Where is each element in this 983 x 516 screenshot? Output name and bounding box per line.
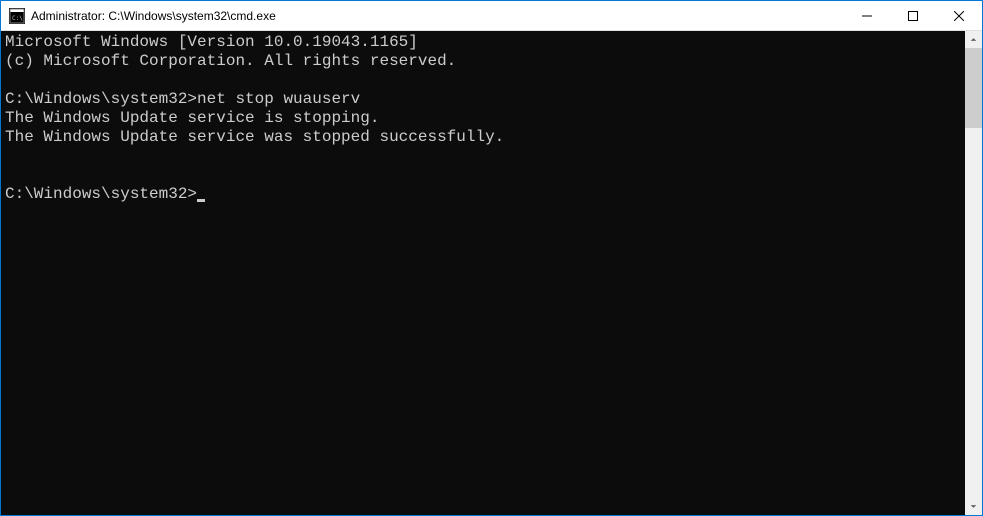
prompt-text: C:\Windows\system32>: [5, 185, 197, 203]
cmd-window: C:\ Administrator: C:\Windows\system32\c…: [1, 1, 982, 515]
scrollbar-track[interactable]: [965, 48, 982, 498]
scroll-up-button[interactable]: [965, 31, 982, 48]
scrollbar-thumb[interactable]: [965, 48, 982, 128]
terminal-line: (c) Microsoft Corporation. All rights re…: [5, 52, 965, 71]
cmd-icon: C:\: [9, 8, 25, 24]
terminal-prompt-line[interactable]: C:\Windows\system32>: [5, 185, 965, 204]
chevron-up-icon: [970, 36, 977, 43]
terminal-line: The Windows Update service was stopped s…: [5, 128, 965, 147]
minimize-button[interactable]: [844, 1, 890, 30]
maximize-button[interactable]: [890, 1, 936, 30]
close-button[interactable]: [936, 1, 982, 30]
terminal-line: Microsoft Windows [Version 10.0.19043.11…: [5, 33, 965, 52]
terminal-line: [5, 147, 965, 166]
terminal-cursor: [197, 199, 205, 202]
terminal-line: [5, 71, 965, 90]
client-area: Microsoft Windows [Version 10.0.19043.11…: [1, 31, 982, 515]
scroll-down-button[interactable]: [965, 498, 982, 515]
terminal-line: C:\Windows\system32>net stop wuauserv: [5, 90, 965, 109]
titlebar[interactable]: C:\ Administrator: C:\Windows\system32\c…: [1, 1, 982, 31]
minimize-icon: [862, 11, 872, 21]
window-title: Administrator: C:\Windows\system32\cmd.e…: [31, 9, 844, 23]
terminal-output[interactable]: Microsoft Windows [Version 10.0.19043.11…: [1, 31, 965, 515]
window-controls: [844, 1, 982, 30]
close-icon: [954, 11, 964, 21]
terminal-line: The Windows Update service is stopping.: [5, 109, 965, 128]
terminal-line: [5, 166, 965, 185]
vertical-scrollbar[interactable]: [965, 31, 982, 515]
svg-text:C:\: C:\: [12, 15, 23, 22]
maximize-icon: [908, 11, 918, 21]
chevron-down-icon: [970, 503, 977, 510]
